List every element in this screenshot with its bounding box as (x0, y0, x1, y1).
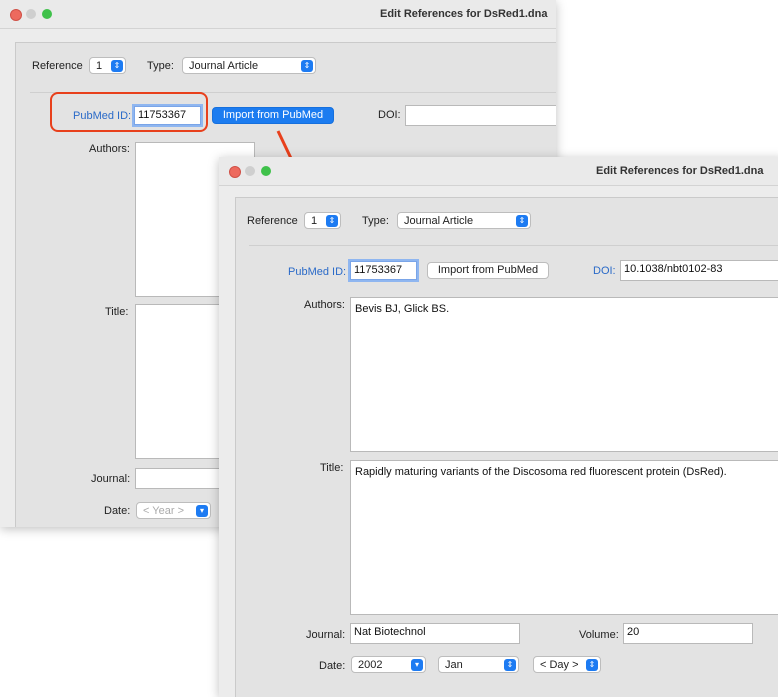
chevron-updown-icon: ⇕ (301, 60, 313, 72)
journal-label: Journal: (306, 629, 346, 641)
year-placeholder: < Year > (143, 505, 184, 517)
authors-label: Authors: (89, 143, 130, 155)
type-value: Journal Article (189, 60, 259, 72)
doi-label: DOI: (378, 109, 401, 121)
year-select[interactable]: 2002 ▾ (351, 656, 426, 673)
volume-input[interactable]: 20 (623, 623, 753, 644)
doi-input[interactable]: 10.1038/nbt0102-83 (620, 260, 778, 281)
doi-input[interactable] (405, 105, 556, 126)
reference-label: Reference (247, 215, 298, 227)
title-label: Title: (320, 462, 344, 474)
reference-value: 1 (311, 215, 318, 227)
reference-select[interactable]: 1 ⇕ (89, 57, 126, 74)
chevron-updown-icon: ⇕ (586, 659, 598, 671)
month-value: Jan (445, 659, 463, 671)
authors-label: Authors: (304, 299, 345, 311)
reference-value: 1 (96, 60, 103, 72)
year-value: 2002 (358, 659, 383, 671)
journal-input[interactable]: Nat Biotechnol (350, 623, 520, 644)
reference-label: Reference (32, 60, 83, 72)
journal-label: Journal: (91, 473, 131, 485)
separator (249, 245, 778, 246)
back-titlebar: Edit References for DsRed1.dna (0, 0, 556, 29)
chevron-down-icon: ▾ (196, 505, 208, 517)
pubmed-input[interactable]: 11753367 (350, 261, 417, 280)
import-from-pubmed-button[interactable]: Import from PubMed (212, 107, 334, 124)
chevron-down-icon: ▾ (411, 659, 423, 671)
volume-label: Volume: (579, 629, 619, 641)
chevron-updown-icon: ⇕ (516, 215, 528, 227)
date-label: Date: (319, 660, 346, 672)
window-title: Edit References for DsRed1.dna (380, 8, 548, 20)
front-titlebar: Edit References for DsRed1.dna (219, 157, 778, 186)
close-button[interactable] (10, 9, 22, 21)
year-select[interactable]: < Year > ▾ (136, 502, 211, 519)
zoom-button[interactable] (261, 166, 271, 176)
pubmed-label: PubMed ID: (288, 266, 347, 278)
month-select[interactable]: Jan ⇕ (438, 656, 519, 673)
title-textarea[interactable]: Rapidly maturing variants of the Discoso… (350, 460, 778, 615)
import-from-pubmed-button[interactable]: Import from PubMed (427, 262, 549, 279)
zoom-button[interactable] (42, 9, 52, 19)
reference-select[interactable]: 1 ⇕ (304, 212, 341, 229)
type-label: Type: (147, 60, 174, 72)
type-select[interactable]: Journal Article ⇕ (182, 57, 316, 74)
type-value: Journal Article (404, 215, 474, 227)
window-title: Edit References for DsRed1.dna (596, 165, 764, 177)
type-label: Type: (362, 215, 389, 227)
pubmed-label: PubMed ID: (73, 110, 132, 122)
authors-textarea[interactable]: Bevis BJ, Glick BS. (350, 297, 778, 452)
pubmed-input[interactable]: 11753367 (134, 106, 201, 125)
minimize-button[interactable] (26, 9, 36, 19)
type-select[interactable]: Journal Article ⇕ (397, 212, 531, 229)
chevron-updown-icon: ⇕ (326, 215, 338, 227)
doi-label: DOI: (593, 265, 616, 277)
close-button[interactable] (229, 166, 241, 178)
front-window: Edit References for DsRed1.dna Reference… (219, 157, 778, 697)
chevron-updown-icon: ⇕ (504, 659, 516, 671)
title-label: Title: (105, 306, 129, 318)
chevron-updown-icon: ⇕ (111, 60, 123, 72)
day-value: < Day > (540, 659, 579, 671)
minimize-button[interactable] (245, 166, 255, 176)
day-select[interactable]: < Day > ⇕ (533, 656, 601, 673)
date-label: Date: (104, 505, 131, 517)
